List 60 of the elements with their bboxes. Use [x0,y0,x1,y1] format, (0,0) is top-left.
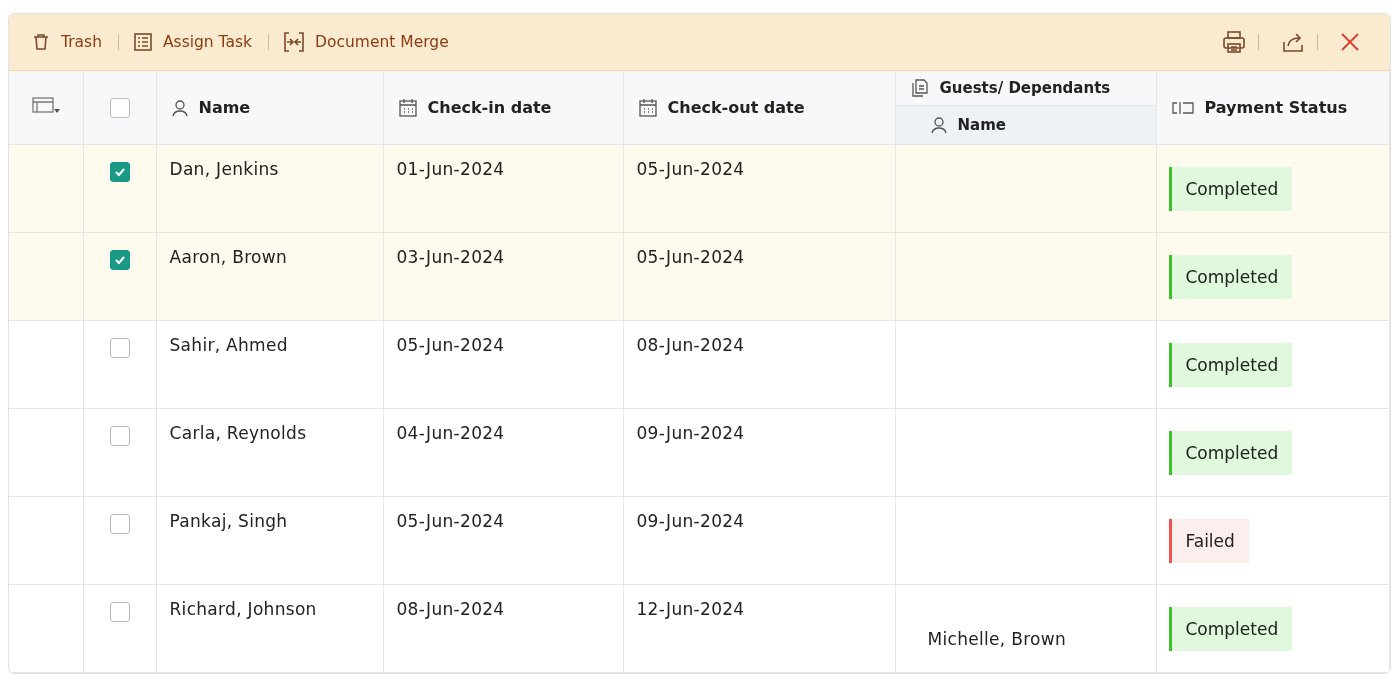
table-cell: 01-Jun-2024 [396,159,505,179]
table-row[interactable]: Sahir, Ahmed 05-Jun-2024 08-Jun-2024 Completed [9,320,1390,409]
table-cell: Sahir, Ahmed [169,335,288,355]
printer-icon [1222,30,1246,54]
status-badge: Completed [1168,342,1293,387]
status-badge: Failed [1168,518,1249,563]
merge-icon [283,31,306,53]
list-icon [132,32,153,52]
table-cell: 08-Jun-2024 [396,599,505,619]
column-header: Check-in date [427,98,552,117]
column-settings-icon[interactable] [31,96,60,115]
table-row[interactable]: Pankaj, Singh 05-Jun-2024 09-Jun-2024 Failed [9,496,1390,585]
table-row[interactable]: Richard, Johnson 08-Jun-2024 12-Jun-2024 Michelle, Brown Completed [9,584,1390,673]
select-all-checkbox[interactable] [109,97,130,118]
toolbar-button[interactable]: Assign Task [132,32,265,52]
row-checkbox[interactable] [109,162,130,182]
table-cell: 09-Jun-2024 [636,423,745,443]
calendar-icon [637,97,658,118]
person-icon [170,98,189,117]
person-icon [929,116,948,134]
table-cell: Richard, Johnson [169,599,317,619]
row-checkbox[interactable] [109,250,130,270]
column-header: Name [957,116,1006,134]
toolbar-button[interactable]: Document Merge [283,31,461,53]
row-checkbox[interactable] [109,602,130,622]
field-icon [1170,100,1195,115]
table-row[interactable]: Dan, Jenkins 01-Jun-2024 05-Jun-2024 Completed [9,144,1390,233]
documents-icon [909,78,930,98]
status-badge: Completed [1168,166,1293,211]
table-cell: 12-Jun-2024 [636,599,745,619]
table-cell: Dan, Jenkins [169,159,279,179]
table-cell: 05-Jun-2024 [636,247,745,267]
table-cell: 09-Jun-2024 [636,511,745,531]
table-cell: Michelle, Brown [927,628,1067,649]
status-badge: Completed [1168,430,1293,475]
table-cell: 04-Jun-2024 [396,423,505,443]
table-row[interactable]: Carla, Reynolds 04-Jun-2024 09-Jun-2024 Completed [9,408,1390,497]
close-icon [1340,32,1360,52]
table-cell: Carla, Reynolds [169,423,307,443]
table-row[interactable]: Aaron, Brown 03-Jun-2024 05-Jun-2024 Completed [9,232,1390,321]
column-header: Payment Status [1204,98,1348,117]
row-checkbox[interactable] [109,514,130,534]
share-icon [1281,30,1305,54]
row-checkbox[interactable] [109,426,130,446]
row-checkbox[interactable] [109,338,130,358]
column-header: Name [198,98,251,117]
table-cell: 05-Jun-2024 [636,159,745,179]
table-cell: 05-Jun-2024 [396,335,505,355]
status-badge: Completed [1168,254,1293,299]
table-cell: 05-Jun-2024 [396,511,505,531]
table-cell: Pankaj, Singh [169,511,288,531]
toolbar-button[interactable]: Trash [31,32,114,52]
status-badge: Completed [1168,606,1293,651]
table-cell: Aaron, Brown [169,247,288,267]
table-cell: 08-Jun-2024 [636,335,745,355]
trash-icon [31,32,51,52]
calendar-icon [397,97,418,118]
column-group-header: Guests/ Dependants [939,79,1111,97]
column-header: Check-out date [667,98,805,117]
table-cell: 03-Jun-2024 [396,247,505,267]
